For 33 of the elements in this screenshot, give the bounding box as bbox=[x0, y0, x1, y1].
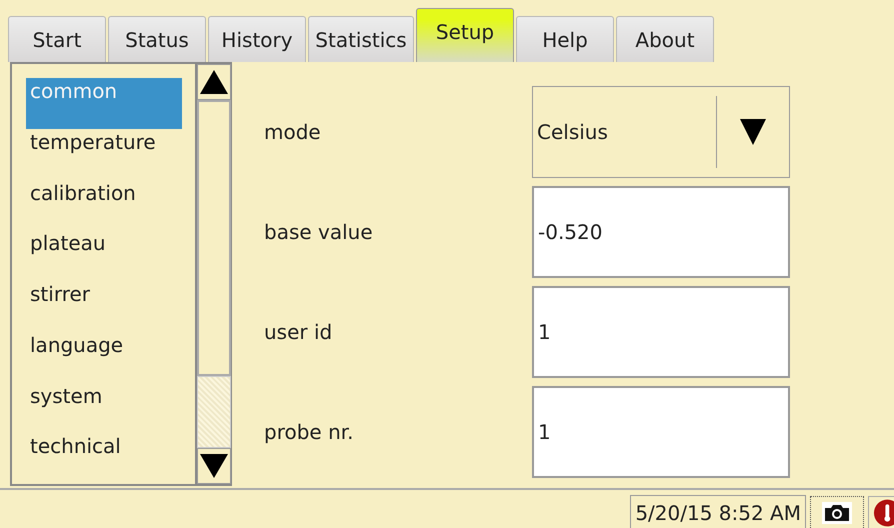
tab[interactable]: Setup bbox=[416, 8, 514, 62]
scrollbar-thumb[interactable] bbox=[197, 376, 231, 448]
list-item[interactable]: temperature bbox=[26, 128, 160, 180]
field-label: mode bbox=[264, 120, 322, 144]
scroll-down-button[interactable] bbox=[197, 448, 231, 484]
scroll-up-button[interactable] bbox=[197, 64, 231, 100]
tab[interactable]: Start bbox=[8, 16, 106, 62]
mode-dropdown[interactable]: Celsius bbox=[532, 86, 790, 178]
input-field[interactable]: -0.520 bbox=[532, 186, 790, 278]
list-item[interactable]: technical bbox=[26, 433, 125, 484]
list-item[interactable]: language bbox=[26, 332, 128, 382]
list-item[interactable]: calibration bbox=[26, 180, 140, 230]
list-item[interactable]: plateau bbox=[26, 230, 110, 281]
field-label: user id bbox=[264, 320, 334, 344]
caret-icon bbox=[740, 119, 766, 145]
field-label: probe nr. bbox=[264, 420, 354, 444]
input-field[interactable]: 1 bbox=[532, 386, 790, 478]
tab[interactable]: Statistics bbox=[308, 16, 414, 62]
down-triangle-icon bbox=[200, 454, 228, 478]
list-item[interactable]: system bbox=[26, 382, 106, 434]
input-field[interactable]: 1 bbox=[532, 286, 790, 378]
camera-button[interactable] bbox=[810, 496, 864, 528]
tab[interactable]: Help bbox=[516, 16, 614, 62]
up-triangle-icon bbox=[200, 70, 228, 94]
field-label: base value bbox=[264, 220, 374, 244]
tab[interactable]: History bbox=[208, 16, 306, 62]
date-time: 5/20/15 8:52 AM bbox=[630, 495, 806, 528]
thermometer-button[interactable] bbox=[868, 496, 894, 528]
thermometer-icon bbox=[873, 498, 894, 528]
tab[interactable]: About bbox=[616, 16, 714, 62]
camera-icon bbox=[822, 502, 852, 524]
list-item[interactable]: stirrer bbox=[26, 281, 94, 332]
tab[interactable]: Status bbox=[108, 16, 206, 62]
